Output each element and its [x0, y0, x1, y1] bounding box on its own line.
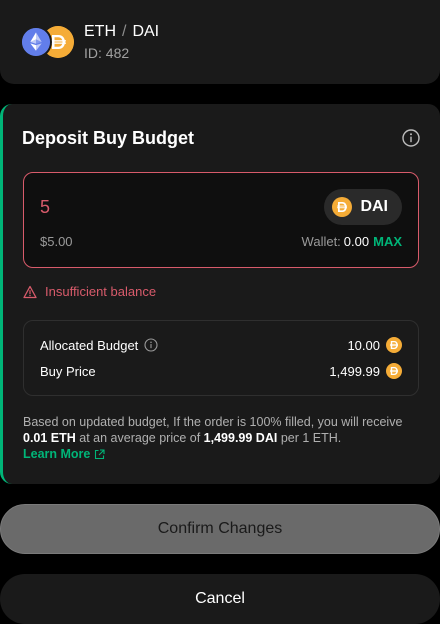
allocated-label: Allocated Budget	[40, 337, 139, 353]
token-pair-icons	[20, 26, 76, 58]
dai-icon	[386, 363, 402, 379]
base-symbol: ETH	[84, 23, 116, 40]
pair-header: ETH / DAI ID: 482	[0, 0, 440, 84]
wallet-label: Wallet:	[301, 234, 341, 249]
deposit-card: Deposit Buy Budget 5 DAI $5.00 Wallet: 0.…	[0, 104, 440, 484]
dai-icon	[332, 197, 353, 217]
wallet-value: 0.00	[343, 234, 370, 249]
info-icon[interactable]	[402, 129, 420, 147]
footnote-text-2: at an average price of	[75, 431, 204, 445]
wallet-balance: Wallet: 0.00 MAX	[302, 234, 402, 249]
error-message: Insufficient balance	[23, 284, 156, 299]
order-id: ID: 482	[84, 45, 130, 61]
footnote-text-3: per 1 ETH.	[277, 431, 342, 445]
pair-title: ETH / DAI	[84, 23, 159, 41]
info-icon[interactable]	[144, 338, 158, 352]
learn-more-link[interactable]: Learn More	[23, 446, 105, 462]
price-label: Buy Price	[40, 363, 96, 379]
buy-price-row: Buy Price 1,499.99	[40, 361, 402, 381]
cancel-button[interactable]: Cancel	[0, 574, 440, 624]
external-link-icon	[95, 448, 105, 459]
pair-separator: /	[122, 23, 127, 40]
footnote-text-1: Based on updated budget, If the order is…	[23, 415, 403, 429]
card-title: Deposit Buy Budget	[22, 128, 195, 148]
usd-value: $5.00	[40, 234, 73, 249]
token-selector[interactable]: DAI	[324, 189, 402, 225]
eth-icon	[20, 26, 52, 58]
allocated-value: 10.00	[347, 337, 380, 353]
receive-amount: 0.01 ETH	[23, 431, 76, 445]
dai-icon	[386, 337, 402, 353]
summary-box: Allocated Budget 10.00 Buy Price 1,499.9…	[23, 320, 419, 396]
confirm-changes-button[interactable]: Confirm Changes	[0, 504, 440, 554]
average-price: 1,499.99 DAI	[203, 431, 278, 445]
quote-symbol: DAI	[132, 23, 160, 40]
allocated-budget-row: Allocated Budget 10.00	[40, 335, 402, 355]
error-text: Insufficient balance	[45, 284, 157, 299]
max-button[interactable]: MAX	[373, 234, 402, 249]
price-value: 1,499.99	[329, 363, 380, 379]
learn-more-label: Learn More	[23, 447, 91, 461]
token-symbol: DAI	[360, 198, 388, 215]
budget-input-box[interactable]: 5 DAI $5.00 Wallet: 0.00 MAX	[23, 172, 419, 268]
warning-icon	[23, 285, 37, 298]
amount-input[interactable]: 5	[40, 197, 50, 218]
order-footnote: Based on updated budget, If the order is…	[23, 414, 423, 462]
